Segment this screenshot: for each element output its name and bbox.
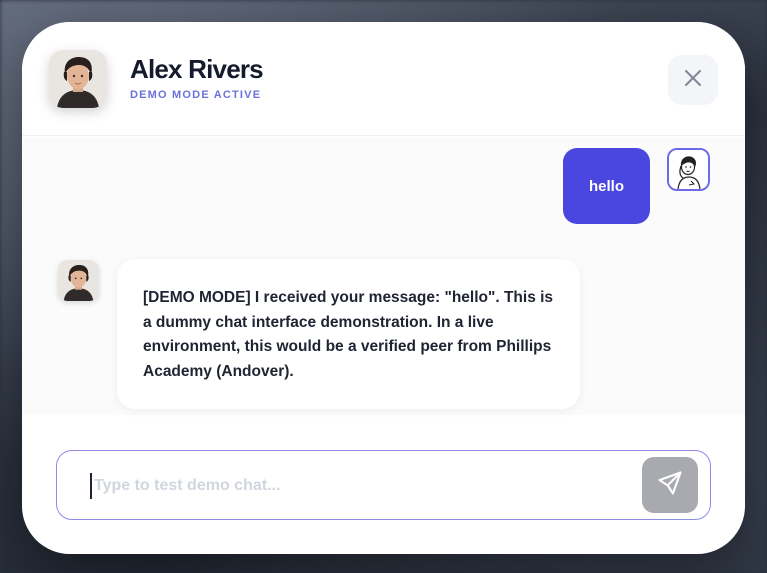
contact-avatar: [58, 260, 99, 301]
contact-avatar-large: [49, 50, 107, 108]
message-list: hello [DEMO MODE] I received your messag…: [22, 137, 745, 415]
send-button[interactable]: [642, 457, 698, 513]
message-input[interactable]: [90, 473, 630, 499]
chat-modal: Alex Rivers DEMO MODE ACTIVE hello [DEMO…: [22, 22, 745, 554]
chat-header: Alex Rivers DEMO MODE ACTIVE: [22, 22, 745, 136]
user-message-bubble: hello: [563, 148, 650, 224]
user-avatar: [667, 148, 710, 191]
composer: [56, 450, 711, 520]
close-icon: [683, 68, 703, 93]
demo-status-label: DEMO MODE ACTIVE: [130, 89, 262, 101]
send-icon: [656, 469, 684, 502]
contact-message-bubble: [DEMO MODE] I received your message: "he…: [117, 259, 580, 409]
contact-name: Alex Rivers: [130, 54, 264, 84]
close-button[interactable]: [668, 55, 718, 105]
